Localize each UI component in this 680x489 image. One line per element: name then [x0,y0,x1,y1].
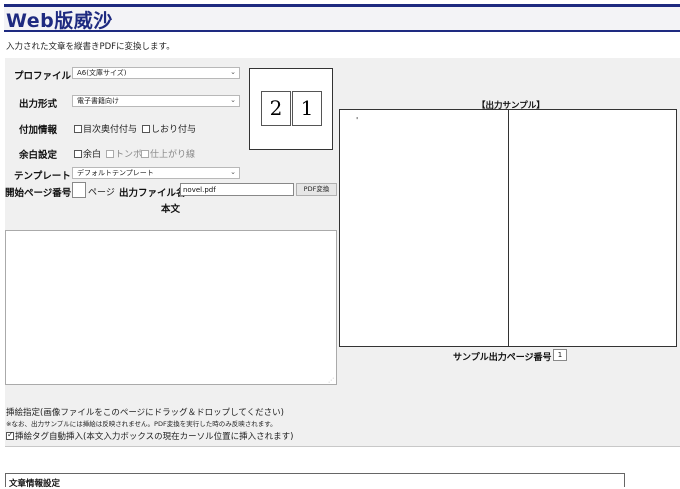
section-divider [5,446,680,447]
template-label: テンプレート [14,171,71,182]
extra-info-label: 付加情報 [19,125,58,136]
trim-line-checkbox[interactable]: 仕上がり線 [141,147,195,160]
page-suffix: ページ [88,188,115,198]
preview-page-right: 1 [292,91,322,126]
start-page-label: 開始ページ番号 [5,188,72,199]
checkbox-icon [74,150,82,158]
profile-select[interactable]: A6(文庫サイズ) ⌄ [72,67,240,79]
checkbox-icon [141,150,149,158]
sample-page-label: サンプル出力ページ番号 [453,353,552,363]
chevron-down-icon: ⌄ [230,68,236,76]
body-textarea[interactable]: ⋰ [5,230,337,385]
page-layout-preview: 2 1 [249,68,333,150]
chevron-down-icon: ⌄ [230,168,236,176]
output-file-label: 出力ファイル名 [119,188,186,199]
resize-handle-icon[interactable]: ⋰ [328,377,334,384]
sample-divider [508,110,509,346]
preview-page-left: 2 [261,91,291,126]
margin-checkbox[interactable]: 余白 [74,147,101,160]
illustration-instruction: 挿絵指定(画像ファイルをこのページにドラッグ＆ドロップしてください) [6,408,284,418]
page-title: Web版威沙 [6,10,113,32]
output-format-label: 出力形式 [19,99,58,110]
template-select[interactable]: デフォルトテンプレート ⌄ [72,167,240,179]
lead-text: 入力された文章を縦書きPDFに変換します。 [6,42,175,52]
checkbox-icon [106,150,114,158]
output-format-select[interactable]: 電子書籍向け ⌄ [72,95,240,107]
output-file-input[interactable]: novel.pdf [180,183,294,196]
checkbox-icon [74,125,82,133]
crop-marks-checkbox[interactable]: トンボ [106,147,142,160]
chevron-down-icon: ⌄ [230,96,236,104]
margin-label: 余白設定 [19,150,58,161]
checkbox-icon [142,125,150,133]
checkbox-checked-icon: ✓ [6,430,14,440]
doc-info-section: 文章情報設定 [5,473,625,489]
body-label: 本文 [161,204,181,215]
toc-colophon-checkbox[interactable]: 目次奥付付与 [74,122,137,135]
bookmark-checkbox[interactable]: しおり付与 [142,122,196,135]
start-page-input[interactable] [72,182,86,198]
profile-label: プロファイル [14,71,72,82]
doc-info-title: 文章情報設定 [9,479,61,489]
illustration-note: ※なお、出力サンプルには挿絵は反映されません。PDF変換を実行した時のみ反映され… [6,420,277,428]
sample-mark: ' [356,116,359,125]
auto-insert-checkbox[interactable]: ✓ 挿絵タグ自動挿入(本文入力ボックスの現在カーソル位置に挿入されます) [6,430,293,442]
pdf-convert-button[interactable]: PDF変換 [296,183,337,196]
sample-output-area: ' [339,109,677,347]
sample-page-input[interactable]: 1 [553,349,567,361]
